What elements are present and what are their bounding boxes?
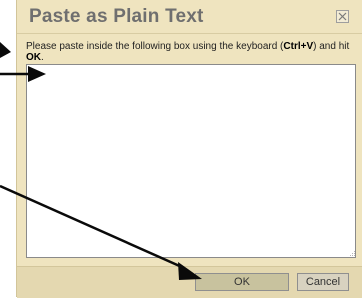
dialog-title: Paste as Plain Text <box>29 6 204 27</box>
arrow-to-instructions-icon <box>0 42 11 58</box>
screenshot-canvas: Paste as Plain Text Please paste inside … <box>0 0 362 298</box>
instructions-part1: Please paste inside the following box us… <box>26 41 284 52</box>
resize-grip-icon[interactable] <box>347 249 356 258</box>
paste-plain-text-dialog: Paste as Plain Text Please paste inside … <box>16 0 362 298</box>
instructions-text: Please paste inside the following box us… <box>26 41 356 63</box>
ok-button[interactable]: OK <box>195 273 289 291</box>
instructions-part2: ) and hit <box>313 41 350 52</box>
title-divider <box>17 33 362 34</box>
shortcut-keys: Ctrl+V <box>283 41 314 52</box>
cancel-button[interactable]: Cancel <box>297 273 349 291</box>
dialog-footer: OK Cancel <box>17 266 362 298</box>
close-icon <box>338 12 347 21</box>
instructions-part3: . <box>41 52 44 63</box>
paste-textarea[interactable] <box>26 64 356 258</box>
instructions-ok-word: OK <box>26 52 41 63</box>
close-button[interactable] <box>336 10 349 23</box>
